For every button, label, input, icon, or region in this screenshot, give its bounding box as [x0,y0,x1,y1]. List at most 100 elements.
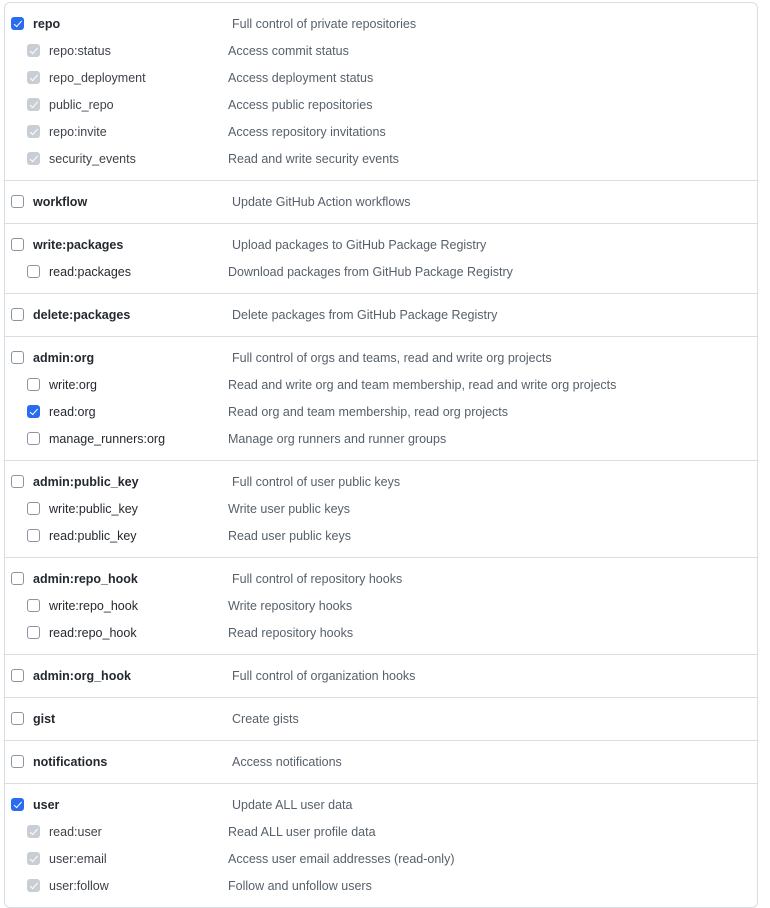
checkbox-cell[interactable] [11,351,24,364]
scope-row[interactable]: write:org Read and write org and team mem… [5,371,757,398]
checkbox-unchecked-icon[interactable] [11,195,24,208]
scope-label: read:public_key [49,528,137,543]
scope-row[interactable]: security_events Read and write security e… [5,145,757,172]
checkbox-cell[interactable] [11,308,24,321]
scope-label: read:packages [49,264,132,279]
checkbox-cell[interactable] [11,669,24,682]
checkbox-cell[interactable] [27,879,40,892]
checkbox-unchecked-icon[interactable] [11,308,24,321]
checkbox-unchecked-icon[interactable] [11,475,24,488]
scope-row[interactable]: delete:packages Delete packages from GitH… [5,301,757,328]
scope-row[interactable]: admin:org Full control of orgs and teams,… [5,344,757,371]
checkbox-cell[interactable] [27,852,40,865]
checkbox-cell[interactable] [11,195,24,208]
checkbox-unchecked-icon[interactable] [27,626,40,639]
checkbox-cell[interactable] [27,626,40,639]
scope-row[interactable]: write:repo_hook Write repository hooks [5,592,757,619]
scope-row[interactable]: repo Full control of private repositories [5,10,757,37]
scope-row[interactable]: admin:org_hook Full control of organizati… [5,662,757,689]
scope-row[interactable]: read:public_key Read user public keys [5,522,757,549]
scope-row[interactable]: admin:public_key Full control of user pub… [5,468,757,495]
scope-description: Update GitHub Action workflows [232,194,411,209]
checkbox-cell[interactable] [11,17,24,30]
checkbox-cell[interactable] [27,502,40,515]
checkbox-cell[interactable] [11,238,24,251]
checkbox-disabled-checked-icon [27,825,40,838]
scope-row[interactable]: user Update ALL user data [5,791,757,818]
scope-row[interactable]: public_repo Access public repositories [5,91,757,118]
scope-row[interactable]: gist Create gists [5,705,757,732]
checkbox-cell[interactable] [11,572,24,585]
checkbox-unchecked-icon[interactable] [27,378,40,391]
scope-row[interactable]: read:repo_hook Read repository hooks [5,619,757,646]
scope-label: write:packages [33,237,124,252]
scope-description: Access commit status [228,43,349,58]
checkbox-cell[interactable] [11,712,24,725]
checkbox-checked-icon[interactable] [27,405,40,418]
scope-row[interactable]: user:email Access user email addresses (r… [5,845,757,872]
scope-row[interactable]: read:packages Download packages from GitH… [5,258,757,285]
checkbox-cell[interactable] [27,599,40,612]
checkbox-cell[interactable] [27,71,40,84]
scope-group: delete:packages Delete packages from GitH… [5,294,757,337]
scope-row[interactable]: notifications Access notifications [5,748,757,775]
checkbox-cell[interactable] [27,265,40,278]
scope-row[interactable]: read:user Read ALL user profile data [5,818,757,845]
checkbox-cell[interactable] [27,44,40,57]
checkbox-cell[interactable] [27,98,40,111]
scope-group: user Update ALL user data read:user Read AL… [5,784,757,907]
checkbox-unchecked-icon[interactable] [27,529,40,542]
scope-description: Delete packages from GitHub Package Regi… [232,307,498,322]
checkbox-cell[interactable] [11,475,24,488]
scope-label: read:org [49,404,96,419]
scope-label: workflow [33,194,88,209]
checkbox-unchecked-icon[interactable] [11,755,24,768]
scope-row[interactable]: user:follow Follow and unfollow users [5,872,757,899]
scope-row[interactable]: write:public_key Write user public keys [5,495,757,522]
scope-row[interactable]: write:packages Upload packages to GitHub … [5,231,757,258]
checkbox-cell[interactable] [27,432,40,445]
checkbox-disabled-checked-icon [27,152,40,165]
scope-group: workflow Update GitHub Action workflows [5,181,757,224]
scope-row[interactable]: repo_deployment Access deployment status [5,64,757,91]
checkbox-unchecked-icon[interactable] [27,599,40,612]
checkbox-unchecked-icon[interactable] [27,432,40,445]
checkbox-cell[interactable] [11,798,24,811]
checkbox-unchecked-icon[interactable] [11,351,24,364]
checkbox-unchecked-icon[interactable] [27,502,40,515]
scope-label: repo_deployment [49,70,146,85]
scope-description: Read user public keys [228,528,351,543]
scope-label: security_events [49,151,136,166]
checkbox-disabled-checked-icon [27,44,40,57]
scope-row[interactable]: workflow Update GitHub Action workflows [5,188,757,215]
scope-group: admin:public_key Full control of user pub… [5,461,757,558]
checkbox-cell[interactable] [27,125,40,138]
scope-label: user:follow [49,878,109,893]
checkbox-disabled-checked-icon [27,125,40,138]
checkbox-cell[interactable] [11,755,24,768]
checkbox-cell[interactable] [27,405,40,418]
scope-row[interactable]: manage_runners:org Manage org runners and… [5,425,757,452]
checkbox-unchecked-icon[interactable] [11,572,24,585]
checkbox-unchecked-icon[interactable] [27,265,40,278]
checkbox-cell[interactable] [27,825,40,838]
scope-row[interactable]: read:org Read org and team membership, re… [5,398,757,425]
checkbox-cell[interactable] [27,152,40,165]
checkbox-unchecked-icon[interactable] [11,238,24,251]
scope-row[interactable]: admin:repo_hook Full control of repositor… [5,565,757,592]
scope-description: Full control of orgs and teams, read and… [232,350,552,365]
checkbox-unchecked-icon[interactable] [11,669,24,682]
scope-label: gist [33,711,56,726]
scope-row[interactable]: repo:invite Access repository invitations [5,118,757,145]
checkbox-cell[interactable] [27,378,40,391]
checkbox-disabled-checked-icon [27,852,40,865]
checkbox-unchecked-icon[interactable] [11,712,24,725]
scope-label: notifications [33,754,108,769]
checkbox-cell[interactable] [27,529,40,542]
scope-label: write:org [49,377,97,392]
scope-description: Download packages from GitHub Package Re… [228,264,513,279]
scope-label: manage_runners:org [49,431,166,446]
scope-row[interactable]: repo:status Access commit status [5,37,757,64]
checkbox-checked-icon[interactable] [11,798,24,811]
checkbox-checked-icon[interactable] [11,17,24,30]
